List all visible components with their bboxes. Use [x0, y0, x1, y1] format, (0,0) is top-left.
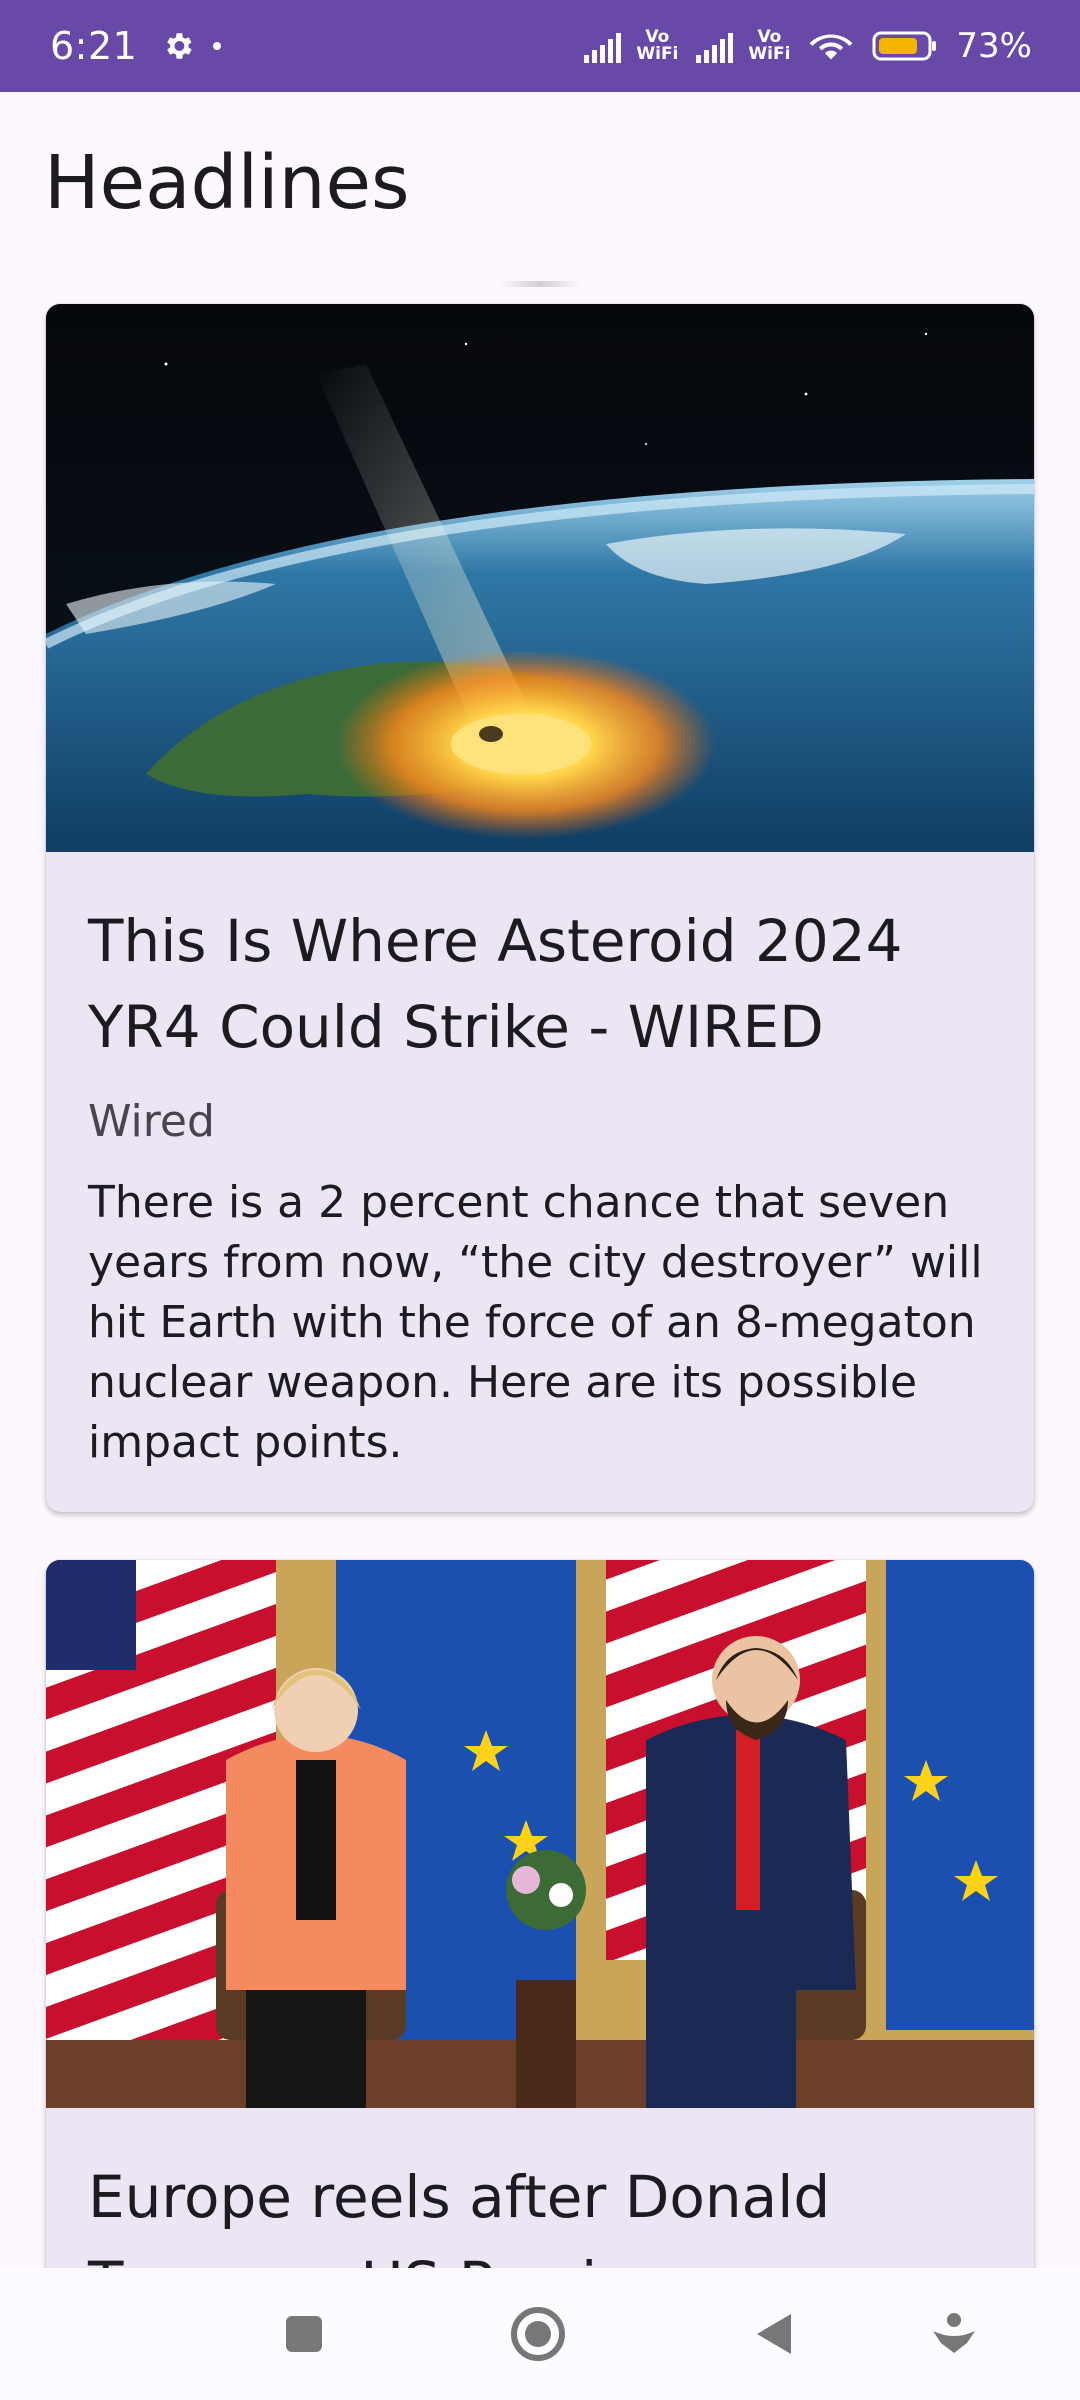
home-button[interactable] — [506, 2302, 570, 2366]
eu-us-meeting-image — [46, 1560, 1034, 2108]
asteroid-impact-image — [46, 304, 1034, 852]
scroll-indicator — [500, 281, 580, 287]
vowifi-label-1: Vo WiFi — [636, 27, 679, 64]
square-icon — [286, 2316, 322, 2352]
gear-icon — [161, 29, 195, 63]
assistant-button[interactable] — [922, 2302, 986, 2366]
vowifi-label-2: Vo WiFi — [748, 27, 791, 64]
system-nav-bar — [0, 2268, 1080, 2400]
assistant-icon — [933, 2313, 975, 2353]
signal-group-2: Vo WiFi — [696, 29, 790, 63]
article-source: Wired — [88, 1096, 215, 1147]
status-bar: 6:21 Vo WiFi Vo WiFi 73% — [0, 0, 1080, 92]
battery-percent: 73% — [956, 26, 1032, 66]
article-headline[interactable]: This Is Where Asteroid 2024 YR4 Could St… — [88, 898, 992, 1070]
article-card[interactable]: This Is Where Asteroid 2024 YR4 Could St… — [46, 304, 1034, 1512]
signal-group-1: Vo WiFi — [584, 29, 678, 63]
recents-button[interactable] — [272, 2302, 336, 2366]
card-body: This Is Where Asteroid 2024 YR4 Could St… — [46, 852, 1034, 1473]
signal-bars-icon — [584, 33, 622, 63]
battery-icon — [872, 31, 937, 61]
status-right: Vo WiFi Vo WiFi 73% — [584, 26, 1032, 66]
status-time: 6:21 — [50, 24, 138, 68]
signal-bars-icon — [696, 33, 734, 63]
wifi-icon — [809, 34, 853, 60]
page-title: Headlines — [44, 140, 410, 226]
triangle-back-icon — [757, 2314, 791, 2354]
circle-icon — [511, 2307, 565, 2361]
app-screen: 6:21 Vo WiFi Vo WiFi 73% Headlines This … — [0, 0, 1080, 2400]
back-button[interactable] — [742, 2302, 806, 2366]
status-left: 6:21 — [50, 24, 222, 68]
article-description: There is a 2 percent chance that seven y… — [88, 1177, 983, 1468]
notification-dot-icon — [213, 42, 222, 50]
